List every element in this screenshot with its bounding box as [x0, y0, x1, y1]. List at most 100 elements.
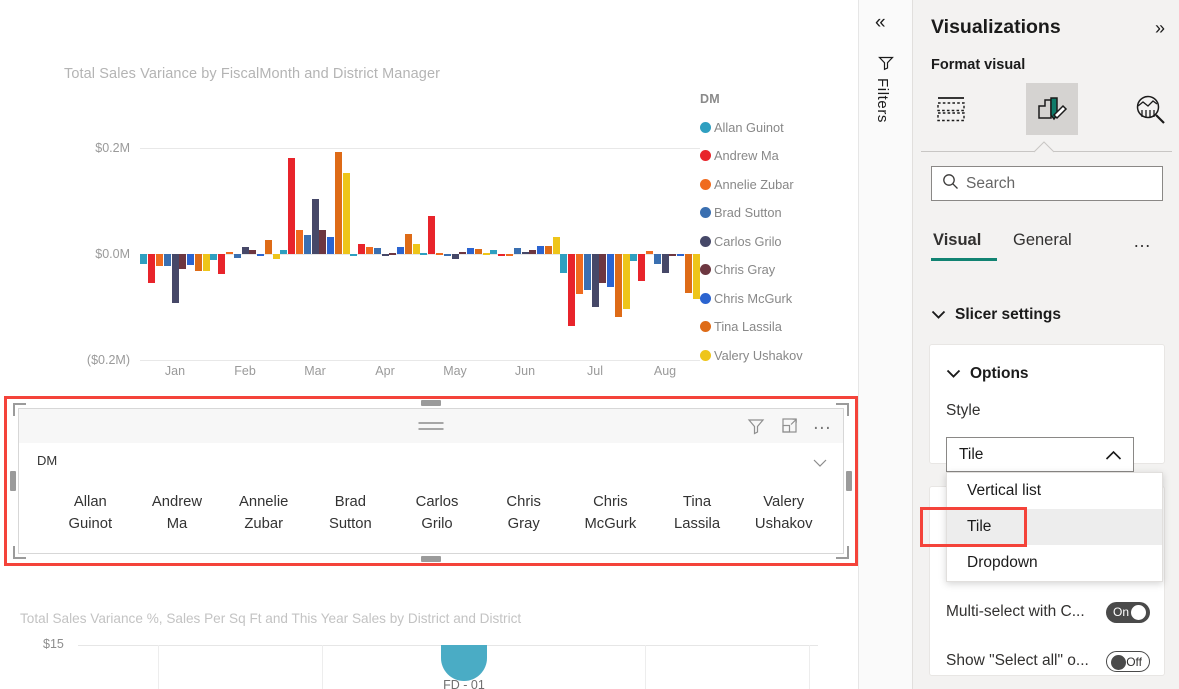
- chart-bar[interactable]: [241, 247, 249, 254]
- slicer-tile[interactable]: Brad Sutton: [307, 489, 394, 537]
- slicer-settings-section-header[interactable]: Slicer settings: [931, 306, 1061, 324]
- chart-bar[interactable]: [287, 158, 295, 254]
- slicer-tile[interactable]: Allan Guinot: [47, 489, 134, 537]
- chart-bar[interactable]: [311, 198, 319, 254]
- legend-item[interactable]: Annelie Zubar: [700, 170, 850, 199]
- filter-icon[interactable]: [747, 417, 765, 440]
- chart-bar[interactable]: [225, 252, 233, 255]
- legend-item[interactable]: Andrew Ma: [700, 142, 850, 171]
- chart-bar[interactable]: [139, 254, 147, 264]
- legend-item[interactable]: Chris McGurk: [700, 284, 850, 313]
- chart-bar[interactable]: [669, 254, 677, 257]
- chart-bar[interactable]: [537, 246, 545, 254]
- chart-bar[interactable]: [147, 254, 155, 284]
- chart-bar[interactable]: [327, 236, 335, 254]
- chart-bar[interactable]: [623, 254, 631, 310]
- slicer-tile[interactable]: Annelie Zubar: [220, 489, 307, 537]
- chart-bar[interactable]: [505, 254, 513, 257]
- legend-item[interactable]: Chris Gray: [700, 256, 850, 285]
- style-option-tile[interactable]: Tile: [947, 509, 1162, 545]
- chart-bar[interactable]: [521, 251, 529, 254]
- chart-bar[interactable]: [163, 254, 171, 266]
- filters-rail[interactable]: « Filters: [858, 0, 912, 689]
- chart-bar[interactable]: [171, 254, 179, 303]
- chart-bar[interactable]: [265, 239, 273, 254]
- chart-bar[interactable]: [607, 254, 615, 287]
- chart-bar[interactable]: [591, 254, 599, 307]
- slicer-tile[interactable]: Tina Lassila: [654, 489, 741, 537]
- chart-bar[interactable]: [467, 248, 475, 254]
- chart-bar[interactable]: [233, 254, 241, 259]
- slicer-tile[interactable]: Valery Ushakov: [740, 489, 827, 537]
- tab-general[interactable]: General: [1013, 231, 1072, 250]
- chart-bar[interactable]: [553, 237, 561, 254]
- chart-bar[interactable]: [349, 254, 357, 256]
- chart-bar[interactable]: [615, 254, 623, 317]
- options-section-header[interactable]: Options: [946, 365, 1029, 383]
- chart-bar[interactable]: [343, 173, 351, 254]
- resize-handle-top-right[interactable]: [836, 403, 849, 416]
- slicer-tiles[interactable]: Allan Guinot Andrew Ma Annelie Zubar Brad Sutto…: [47, 489, 827, 537]
- tabs-more-icon[interactable]: …: [1133, 231, 1153, 252]
- chart-bar[interactable]: [459, 251, 467, 254]
- bottom-visual[interactable]: Total Sales Variance %, Sales Per Sq Ft …: [0, 572, 858, 689]
- chart-bar[interactable]: [381, 254, 389, 256]
- resize-handle-bottom-center[interactable]: [421, 556, 441, 562]
- resize-handle-top-center[interactable]: [421, 400, 441, 406]
- chart-bar[interactable]: [545, 245, 553, 254]
- chart-bar[interactable]: [209, 254, 217, 261]
- chart-bar[interactable]: [629, 254, 637, 262]
- style-dropdown-button[interactable]: Tile: [946, 437, 1134, 472]
- chart-bar[interactable]: [443, 254, 451, 256]
- chart-bar[interactable]: [195, 254, 203, 271]
- focus-mode-icon[interactable]: [781, 417, 799, 440]
- chart-bar[interactable]: [489, 250, 497, 254]
- chart-bar[interactable]: [513, 248, 521, 254]
- chart-bar[interactable]: [303, 234, 311, 254]
- chart-bar[interactable]: [413, 243, 421, 254]
- chart-bar[interactable]: [365, 246, 373, 254]
- chart-bar[interactable]: [583, 254, 591, 291]
- chart-bar[interactable]: [685, 254, 693, 293]
- resize-handle-left-middle[interactable]: [10, 471, 16, 491]
- chart-bar[interactable]: [653, 254, 661, 264]
- format-visual-icon[interactable]: [1026, 83, 1078, 135]
- chart-bar[interactable]: [637, 254, 645, 281]
- chart-bar[interactable]: [257, 254, 265, 256]
- chart-bar[interactable]: [497, 254, 505, 256]
- chart-bar[interactable]: [373, 247, 381, 254]
- chart-bar[interactable]: [661, 254, 669, 274]
- search-box[interactable]: [931, 166, 1163, 201]
- legend-item[interactable]: Allan Guinot: [700, 113, 850, 142]
- drag-handle-icon[interactable]: [418, 422, 444, 434]
- chart-bar[interactable]: [559, 254, 567, 273]
- multi-select-toggle[interactable]: On: [1106, 601, 1150, 623]
- chart-bar[interactable]: [295, 229, 303, 254]
- filter-icon[interactable]: [877, 54, 895, 77]
- chart-bar[interactable]: [677, 254, 685, 256]
- chart-bar[interactable]: [187, 254, 195, 265]
- chart-bar[interactable]: [217, 254, 225, 275]
- chart-bar[interactable]: [397, 247, 405, 254]
- chart-bar[interactable]: [273, 254, 281, 260]
- chart-bar[interactable]: [529, 250, 537, 254]
- style-dropdown-menu[interactable]: Vertical list Tile Dropdown: [946, 472, 1163, 582]
- resize-handle-top-left[interactable]: [13, 403, 26, 416]
- chart-bar[interactable]: [419, 253, 427, 256]
- resize-handle-bottom-right[interactable]: [836, 546, 849, 559]
- slicer-tile[interactable]: Chris McGurk: [567, 489, 654, 537]
- column-chart-visual[interactable]: Total Sales Variance by FiscalMonth and …: [0, 0, 858, 392]
- expand-pane-icon[interactable]: »: [1155, 18, 1165, 39]
- chart-bar[interactable]: [435, 252, 443, 255]
- collapse-pane-icon[interactable]: «: [875, 13, 886, 32]
- chart-bar[interactable]: [475, 249, 483, 254]
- build-visual-icon[interactable]: [927, 83, 979, 135]
- chart-bar[interactable]: [427, 216, 435, 254]
- chevron-down-icon[interactable]: [813, 455, 827, 473]
- chart-bar[interactable]: [405, 233, 413, 254]
- resize-handle-right-middle[interactable]: [846, 471, 852, 491]
- chart-bar[interactable]: [451, 254, 459, 260]
- tab-visual[interactable]: Visual: [933, 231, 981, 250]
- slicer-visual-container[interactable]: … DM Allan Guinot Andrew Ma Annelie Zubar Brad…: [4, 396, 858, 566]
- search-input[interactable]: [966, 174, 1136, 193]
